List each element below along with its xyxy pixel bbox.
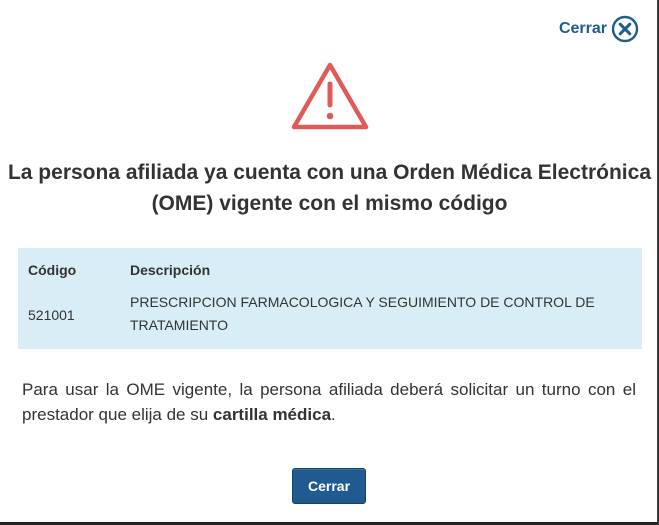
warning-triangle-icon (291, 62, 369, 130)
close-circle-icon[interactable] (611, 15, 639, 43)
info-text-end: . (331, 405, 336, 424)
info-text: Para usar la OME vigente, la persona afi… (22, 377, 636, 427)
close-link[interactable]: Cerrar (559, 15, 639, 43)
dialog-title: La persona afiliada ya cuenta con una Or… (7, 161, 652, 215)
cell-code: 521001 (28, 307, 75, 323)
column-header-code: Código (28, 262, 77, 278)
cell-description: PRESCRIPCION FARMACOLOGICA Y SEGUIMIENTO… (130, 294, 595, 333)
close-button[interactable]: Cerrar (292, 468, 366, 504)
ome-table: Código Descripción 521001 PRESCRIPCION F… (18, 248, 642, 349)
info-text-bold: cartilla médica (212, 405, 332, 424)
ome-dialog: Cerrar La persona afiliada ya cuenta con… (0, 0, 659, 525)
close-link-label[interactable]: Cerrar (559, 20, 607, 38)
column-header-description: Descripción (130, 262, 211, 278)
